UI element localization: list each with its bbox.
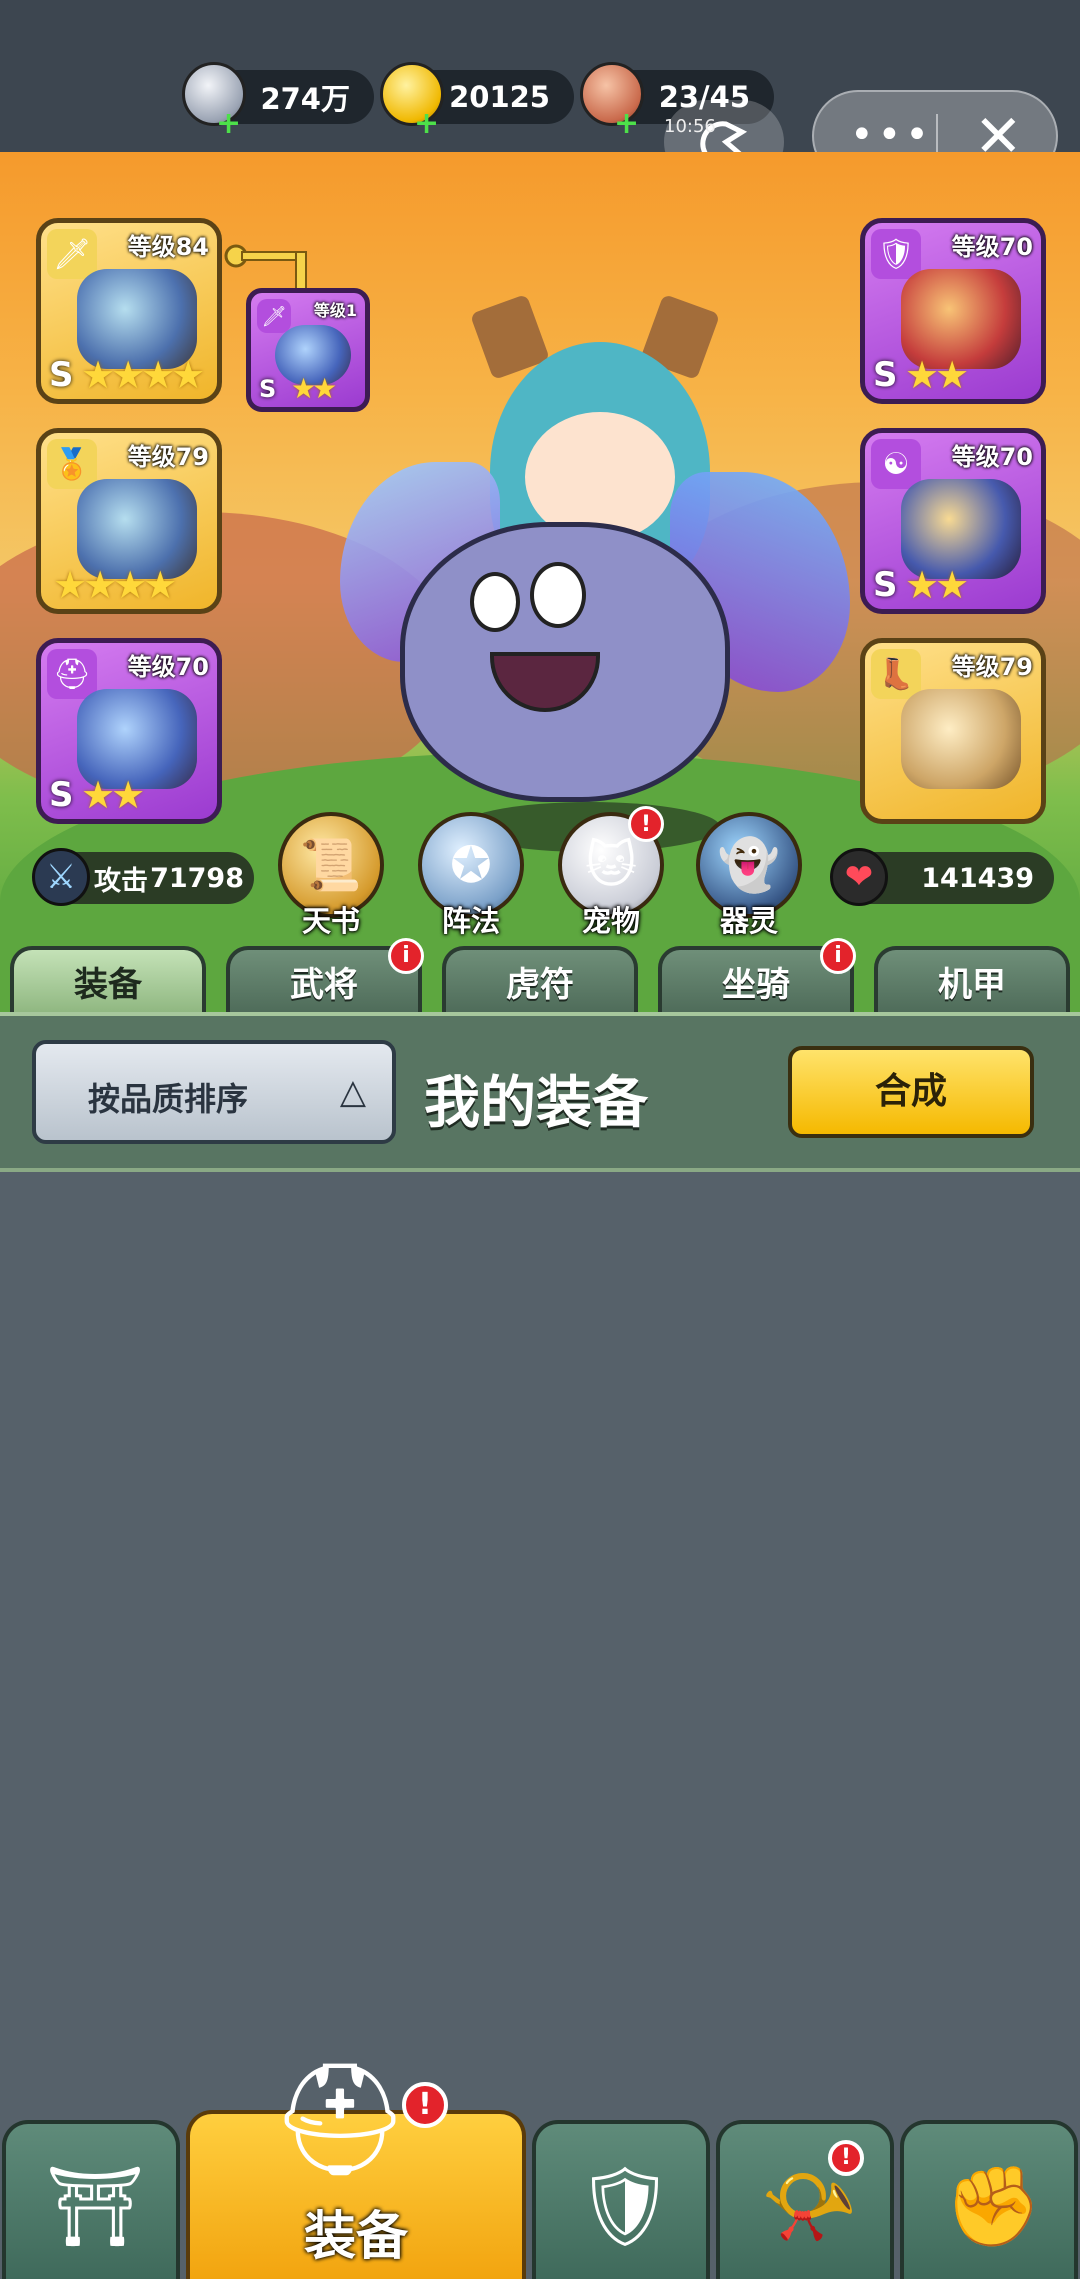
triangle-up-icon: △ [339, 1072, 366, 1112]
function-label: 阵法 [441, 904, 500, 938]
slot-stars: ★★ [81, 773, 145, 817]
alert-badge: i [388, 938, 424, 974]
function-label: 器灵 [719, 904, 778, 938]
slot-grade: S [259, 375, 277, 403]
sword-icon: ⚔ [32, 848, 90, 906]
slot-grade: S [873, 355, 898, 395]
panel-title: 我的装备 [424, 1071, 648, 1136]
armor-icon: 🛡 [871, 229, 921, 279]
mount-eye [470, 572, 520, 632]
slot-level: 等级79 [127, 443, 209, 471]
slot-stars: ★★ [291, 372, 337, 405]
slot-level: 等级70 [127, 653, 209, 681]
top-resource-bar: + 274万 + 20125 + 23/45 10:56 ••• ✕ [0, 0, 1080, 184]
alert-badge: i [820, 938, 856, 974]
hp-value: 141439 [921, 862, 1034, 894]
gold-resource[interactable]: + 20125 [380, 62, 574, 139]
function-label: 天书 [301, 904, 360, 938]
sword-icon: 🗡 [257, 299, 291, 333]
bottom-navigation: ⛩ ⛑ 装备 ! 🛡 📯 ! ✊ [0, 2064, 1080, 2279]
boots-art-icon [901, 689, 1021, 789]
boots-icon: 👢 [871, 649, 921, 699]
equipment-list[interactable] [0, 1172, 1080, 2116]
helmet-icon: ⛑ [47, 649, 97, 699]
function-zhenfa[interactable]: ✪ 阵法 [416, 812, 526, 938]
tab-label: 虎符 [506, 965, 574, 1005]
hp-stat: ❤ 141439 [830, 848, 1054, 906]
sort-by-quality-button[interactable]: 按品质排序 △ [32, 1040, 396, 1144]
function-pet[interactable]: 🐱 宠物 ! [556, 806, 666, 938]
attack-stat: ⚔ 攻击 71798 [32, 848, 254, 906]
equip-slot-taiji[interactable]: ☯ 等级70 S ★★ [860, 428, 1046, 614]
tab-mecha[interactable]: 机甲 [874, 946, 1070, 1016]
tab-equipment[interactable]: 装备 [10, 946, 206, 1016]
equip-slot-armor[interactable]: 🛡 等级70 S ★★ [860, 218, 1046, 404]
slot-grade: S [873, 565, 898, 605]
alert-badge: ! [828, 2140, 864, 2176]
tab-generals[interactable]: 武将 i [226, 938, 424, 1016]
plus-icon[interactable]: + [614, 109, 639, 139]
alert-badge: ! [402, 2082, 448, 2128]
function-tianshu[interactable]: 📜 天书 [276, 812, 386, 938]
slot-stars: ★★ [905, 353, 969, 397]
slot-stars: ★★★★ [53, 563, 177, 607]
attack-value: 71798 [150, 862, 244, 894]
slot-level: 等级79 [951, 653, 1033, 681]
sort-label: 按品质排序 [88, 1080, 249, 1118]
gold-value: 20125 [449, 80, 550, 114]
slot-grade: S [49, 775, 74, 815]
tab-label: 机甲 [938, 965, 1006, 1005]
equip-slot-boots[interactable]: 👢 等级79 [860, 638, 1046, 824]
nav-recruit[interactable]: 📯 ! [716, 2120, 894, 2279]
taiji-icon: ☯ [871, 439, 921, 489]
clock: 10:56 [664, 116, 716, 137]
function-label: 宠物 [581, 904, 640, 938]
silver-resource[interactable]: + 274万 [182, 62, 374, 139]
sword-icon: 🗡 [47, 229, 97, 279]
tab-tiger-tally[interactable]: 虎符 [442, 946, 638, 1016]
silver-value: 274万 [260, 82, 350, 116]
function-qiling[interactable]: 👻 器灵 [694, 812, 804, 938]
shield-sword-icon: 🛡 [575, 2162, 675, 2252]
nav-equipment[interactable]: ⛑ 装备 ! [186, 2064, 526, 2279]
tab-label: 装备 [74, 965, 142, 1005]
character-scene: 🗡 等级84 S ★★★★ 🏅 等级79 ★★★★ ⛑ 等级70 S ★★ 🗡 … [0, 152, 1080, 1012]
tab-mount[interactable]: 坐骑 i [658, 938, 856, 1016]
slot-stars: ★★★★ [81, 353, 205, 397]
category-tabs: 装备 武将 i 虎符 坐骑 i 机甲 [0, 938, 1080, 1016]
merge-button[interactable]: 合成 [788, 1046, 1034, 1138]
slot-level: 等级70 [951, 233, 1033, 261]
medal-icon: 🏅 [47, 439, 97, 489]
nav-city[interactable]: ⛩ [2, 2120, 180, 2279]
nav-upgrade[interactable]: ✊ [900, 2120, 1078, 2279]
plus-icon[interactable]: + [414, 109, 439, 139]
fist-icon: ✊ [944, 2162, 1042, 2252]
helmet-icon: ⛑ [270, 2055, 410, 2183]
slot-grade: S [49, 355, 74, 395]
alert-badge: ! [628, 806, 664, 842]
tab-label: 坐骑 [722, 965, 790, 1005]
equipment-panel-header: 按品质排序 △ 我的装备 合成 [0, 1012, 1080, 1172]
nav-battle[interactable]: 🛡 [532, 2120, 710, 2279]
heart-icon: ❤ [830, 848, 888, 906]
slot-level: 等级70 [951, 443, 1033, 471]
slot-level: 等级84 [127, 233, 209, 261]
equip-slot-helmet[interactable]: ⛑ 等级70 S ★★ [36, 638, 222, 824]
equip-slot-weapon[interactable]: 🗡 等级84 S ★★★★ [36, 218, 222, 404]
nav-label: 装备 [303, 2207, 408, 2267]
tab-label: 武将 [290, 965, 358, 1005]
plus-icon[interactable]: + [216, 109, 241, 139]
gate-icon: ⛩ [45, 2162, 145, 2252]
equip-slot-medal[interactable]: 🏅 等级79 ★★★★ [36, 428, 222, 614]
attack-label: 攻击 [94, 865, 148, 897]
mount-eye [530, 562, 586, 628]
slot-stars: ★★ [905, 563, 969, 607]
